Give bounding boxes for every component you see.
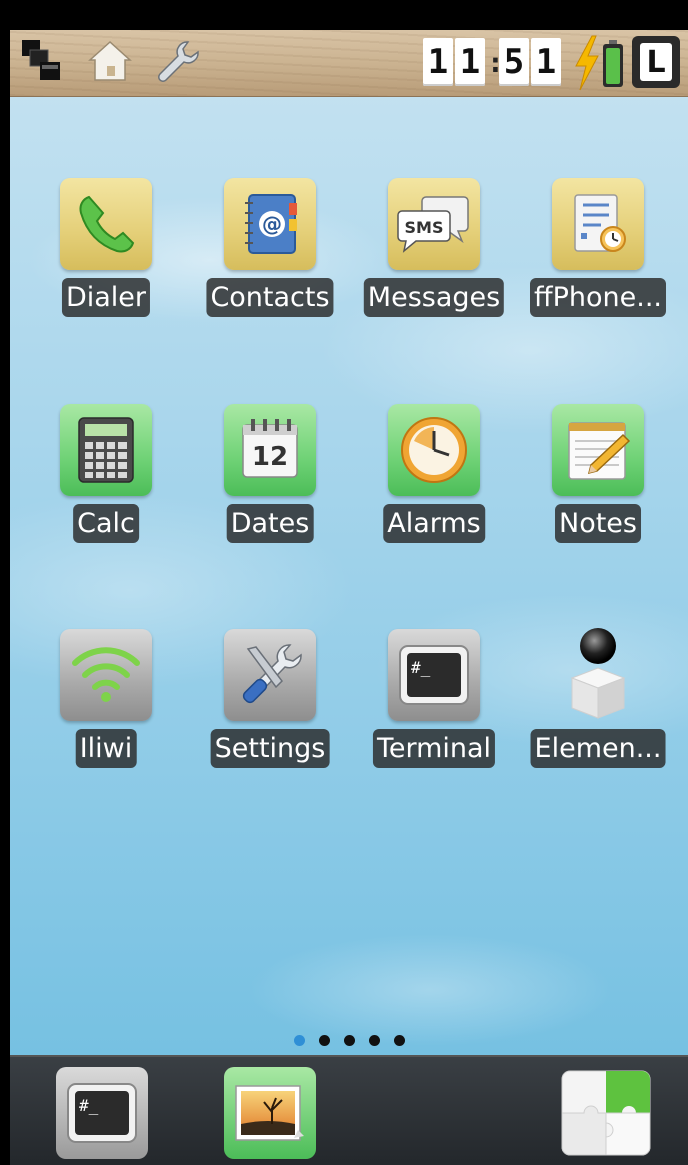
dock-gallery[interactable] (224, 1067, 316, 1159)
clock-hour-tens: 1 (423, 38, 453, 86)
app-elementary[interactable]: Elemen... (516, 628, 680, 779)
app-tile[interactable] (388, 404, 480, 496)
app-settings[interactable]: Settings (188, 629, 352, 779)
app-messages[interactable]: SMS Messages (352, 178, 516, 328)
app-label: Calc (73, 504, 139, 543)
clock-separator: : (487, 45, 504, 79)
page-dot[interactable] (319, 1035, 330, 1046)
home-icon[interactable] (82, 34, 138, 90)
app-label: Alarms (383, 504, 485, 543)
app-tile[interactable] (60, 629, 152, 721)
app-dates[interactable]: 12 Dates (188, 404, 352, 554)
page-dot[interactable] (394, 1035, 405, 1046)
sphere-cube-icon (570, 628, 626, 719)
terminal-prompt-text: #_ (79, 1096, 99, 1115)
app-tile[interactable]: SMS (388, 178, 480, 270)
app-label: Iliwi (75, 729, 137, 768)
calendar-icon: 12 (242, 419, 298, 478)
app-notes[interactable]: Notes (516, 404, 680, 554)
app-ffphone[interactable]: ffPhone... (516, 178, 680, 328)
address-book-icon: @ (245, 194, 297, 254)
app-tile[interactable] (552, 404, 644, 496)
app-calc[interactable]: Calc (24, 404, 188, 554)
page-indicator (294, 1035, 405, 1046)
app-alarms[interactable]: Alarms (352, 404, 516, 554)
app-tile[interactable] (552, 178, 644, 270)
sms-bubbles-icon: SMS (397, 196, 469, 253)
task-switcher-icon[interactable] (18, 34, 74, 90)
lock-button[interactable]: L (632, 36, 680, 88)
puzzle-icon (561, 1070, 651, 1156)
wrench-icon[interactable] (148, 34, 204, 90)
app-label: Elemen... (530, 729, 666, 768)
page-dot[interactable] (369, 1035, 380, 1046)
home-screen: 1 1 : 5 1 L Dialer @ Contacts SMS Messag… (10, 30, 688, 1165)
app-tile[interactable] (224, 629, 316, 721)
lightning-bolt-icon (572, 34, 602, 92)
app-terminal[interactable]: #_ Terminal (352, 629, 516, 779)
app-tile[interactable] (60, 178, 152, 270)
terminal-prompt-text: #_ (411, 658, 431, 677)
app-label: ffPhone... (530, 278, 666, 317)
app-label: Messages (363, 278, 505, 317)
app-label: Dates (226, 504, 314, 543)
app-label: Dialer (61, 278, 151, 317)
app-iliwi[interactable]: Iliwi (24, 629, 188, 779)
calculator-icon (78, 417, 134, 483)
app-tile[interactable] (60, 404, 152, 496)
app-tile[interactable]: 12 (224, 404, 316, 496)
phone-icon (79, 195, 135, 253)
clock: 1 1 : 5 1 (423, 36, 563, 88)
battery-icon (602, 40, 624, 88)
task-list-clock-icon (574, 194, 626, 252)
status-bar: 1 1 : 5 1 L (10, 30, 688, 97)
lock-label: L (640, 43, 672, 81)
app-dialer[interactable]: Dialer (24, 178, 188, 328)
sms-icon-text: SMS (405, 218, 444, 237)
clock-minute-tens: 5 (499, 38, 529, 86)
page-dot-active[interactable] (294, 1035, 305, 1046)
tools-icon (242, 644, 302, 704)
clock-hour-ones: 1 (455, 38, 485, 86)
app-tile[interactable]: @ (224, 178, 316, 270)
alarm-clock-icon (401, 417, 467, 483)
dock-terminal[interactable]: #_ (56, 1067, 148, 1159)
terminal-icon: #_ (67, 1083, 137, 1143)
terminal-icon: #_ (399, 645, 469, 705)
page-dot[interactable] (344, 1035, 355, 1046)
dock-puzzle[interactable] (560, 1067, 652, 1159)
app-label: Contacts (206, 278, 334, 317)
app-label: Terminal (372, 729, 496, 768)
dock: #_ (10, 1055, 688, 1165)
app-tile[interactable]: #_ (388, 629, 480, 721)
app-label: Settings (210, 729, 330, 768)
app-label: Notes (555, 504, 641, 543)
wifi-icon (72, 647, 140, 702)
notepad-pencil-icon (568, 422, 631, 480)
app-tile[interactable] (552, 628, 644, 721)
clock-minute-ones: 1 (531, 38, 561, 86)
image-icon (235, 1085, 304, 1141)
app-contacts[interactable]: @ Contacts (188, 178, 352, 328)
svg-text:@: @ (262, 212, 282, 236)
calendar-day-text: 12 (252, 442, 288, 472)
